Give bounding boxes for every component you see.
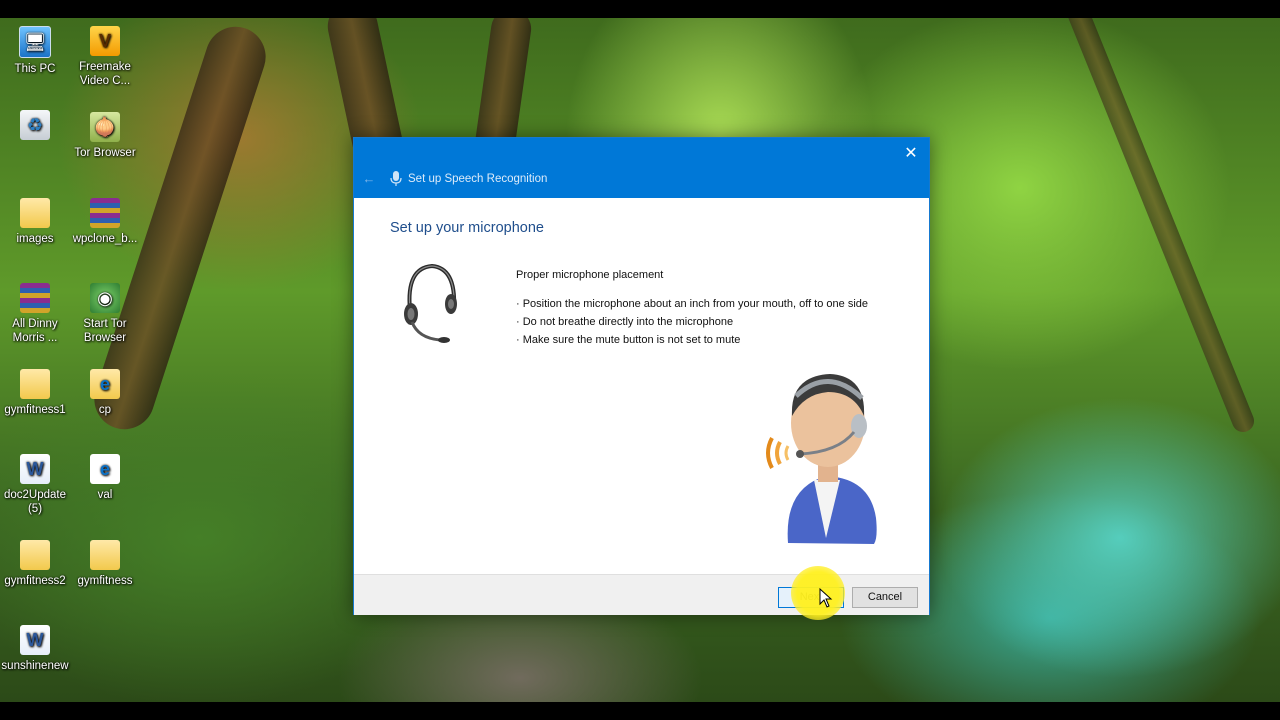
desktop-icon-val[interactable]: e val [70, 454, 140, 502]
instruction-item: · Do not breathe directly into the micro… [516, 316, 734, 328]
instruction-item: · Position the microphone about an inch … [516, 298, 868, 310]
speech-recognition-dialog: ✕ ← Set up Speech Recognition Set up you… [353, 137, 930, 620]
edge-html-icon: e [90, 454, 120, 484]
desktop-icon-label: gymfitness1 [4, 404, 66, 416]
tor-start-icon: ◉ [90, 283, 120, 313]
desktop-icon-recycle-bin[interactable]: ♻ [0, 110, 70, 144]
winrar-archive-icon [20, 283, 50, 313]
desktop-icon-gymfitness[interactable]: gymfitness [70, 540, 140, 588]
winrar-archive-icon [90, 198, 120, 228]
desktop-icon-all-dinny-morris[interactable]: All Dinny Morris ... [0, 283, 70, 345]
desktop-icon-label: Tor Browser [74, 147, 136, 159]
desktop-icon-images[interactable]: images [0, 198, 70, 246]
folder-icon [20, 198, 50, 228]
recycle-bin-icon: ♻ [20, 110, 50, 140]
folder-icon: e [90, 369, 120, 399]
desktop-icon-label: doc2Update (5) [3, 489, 67, 515]
desktop-icon-start-tor-browser[interactable]: ◉ Start Tor Browser [70, 283, 140, 345]
desktop-icon-cp[interactable]: e cp [70, 369, 140, 417]
word-document-icon: W [20, 625, 50, 655]
desktop-icon-label: wpclone_b... [72, 233, 138, 245]
dialog-title-bar[interactable]: ✕ ← Set up Speech Recognition [354, 138, 929, 198]
desktop-icon-label: cp [98, 404, 112, 416]
close-icon: ✕ [904, 145, 918, 162]
back-button[interactable]: ← [360, 170, 378, 188]
desktop-icon-label: Freemake Video C... [79, 61, 131, 87]
desktop-icon-this-pc[interactable]: 🖥 This PC [0, 26, 70, 76]
computer-icon: 🖥 [19, 26, 51, 58]
desktop-icon-label: images [16, 233, 54, 245]
desktop-screen: 🖥 This PC V Freemake Video C... ♻ 🧅 Tor … [0, 0, 1280, 720]
tree-trunk [1064, 0, 1258, 436]
desktop-icon-label: gymfitness2 [4, 575, 66, 587]
freemake-icon: V [90, 26, 120, 56]
microphone-icon [390, 171, 402, 186]
person-with-headset-illustration [766, 374, 877, 544]
instruction-item: · Make sure the mute button is not set t… [516, 334, 741, 346]
desktop-icon-sunshinenew[interactable]: W sunshinenew [0, 625, 70, 673]
folder-icon [90, 540, 120, 570]
page-heading: Set up your microphone [390, 220, 544, 236]
tor-icon: 🧅 [90, 112, 120, 142]
desktop-icon-gymfitness1[interactable]: gymfitness1 [0, 369, 70, 417]
desktop-icon-label: gymfitness [77, 575, 133, 587]
mouse-cursor-icon [819, 588, 833, 608]
desktop-icon-label: This PC [14, 63, 56, 75]
placement-title: Proper microphone placement [516, 269, 664, 281]
desktop-icon-gymfitness2[interactable]: gymfitness2 [0, 540, 70, 588]
word-document-icon: W [20, 454, 50, 484]
letterbox-bottom [0, 702, 1280, 720]
desktop-icon-wpclone[interactable]: wpclone_b... [70, 198, 140, 246]
letterbox-top [0, 0, 1280, 18]
desktop-icon-label: val [97, 489, 113, 501]
dialog-title: Set up Speech Recognition [408, 173, 548, 185]
folder-icon [20, 369, 50, 399]
desktop-icon-tor-browser[interactable]: 🧅 Tor Browser [70, 112, 140, 160]
desktop-icon-label: sunshinenew [1, 660, 69, 672]
desktop-icon-freemake[interactable]: V Freemake Video C... [70, 26, 140, 88]
desktop-icon-doc2update[interactable]: W doc2Update (5) [0, 454, 70, 516]
back-arrow-icon: ← [362, 171, 376, 186]
desktop-icon-label: All Dinny Morris ... [12, 318, 58, 344]
dialog-footer: Next Cancel [354, 574, 929, 615]
next-button[interactable]: Next [778, 587, 844, 608]
folder-icon [20, 540, 50, 570]
headset-icon [404, 263, 457, 343]
cancel-button[interactable]: Cancel [852, 587, 918, 608]
desktop-icon-label: Start Tor Browser [83, 318, 127, 344]
close-button[interactable]: ✕ [899, 142, 923, 166]
instruction-list: · Position the microphone about an inch … [516, 297, 868, 351]
